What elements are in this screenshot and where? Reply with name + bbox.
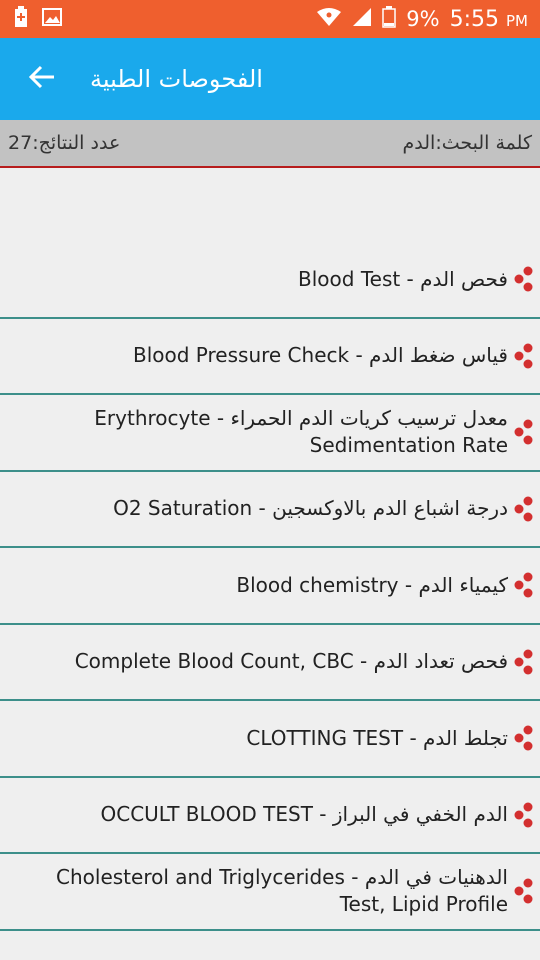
search-info-bar: عدد النتائج:27 كلمة البحث:الدم bbox=[0, 120, 540, 168]
list-item-label: قياس ضغط الدم - Blood Pressure Check bbox=[133, 343, 508, 368]
list-item[interactable]: درجة اشباع الدم بالاوكسجين - O2 Saturati… bbox=[0, 472, 540, 548]
list-item-label: درجة اشباع الدم بالاوكسجين - O2 Saturati… bbox=[113, 496, 508, 521]
list-item[interactable]: معدل ترسيب كريات الدم الحمراء - Erythroc… bbox=[0, 395, 540, 472]
list-item[interactable]: الدهنيات في الدم - Cholesterol and Trigl… bbox=[0, 854, 540, 931]
app-bar: الفحوصات الطبية bbox=[0, 38, 540, 120]
list-item-label: كيمياء الدم - Blood chemistry bbox=[236, 572, 508, 597]
signal-icon bbox=[352, 7, 372, 31]
results-list: فحص الدم - Blood Test قياس ضغط الدم - Blo… bbox=[0, 242, 540, 931]
share-icon bbox=[512, 725, 534, 751]
search-keyword: كلمة البحث:الدم bbox=[402, 132, 532, 154]
list-item[interactable]: فحص الدم - Blood Test bbox=[0, 242, 540, 319]
list-item[interactable]: كيمياء الدم - Blood chemistry bbox=[0, 548, 540, 625]
battery-icon bbox=[382, 6, 397, 32]
page-title: الفحوصات الطبية bbox=[90, 65, 263, 93]
share-icon bbox=[512, 419, 534, 445]
list-item-label: فحص الدم - Blood Test bbox=[298, 266, 508, 291]
back-button[interactable] bbox=[12, 49, 72, 109]
status-bar: 9% 5:55 PM bbox=[0, 0, 540, 38]
list-item[interactable]: قياس ضغط الدم - Blood Pressure Check bbox=[0, 319, 540, 395]
clock: 5:55 PM bbox=[449, 6, 528, 32]
battery-saver-icon bbox=[14, 6, 28, 32]
results-count: عدد النتائج:27 bbox=[8, 132, 121, 154]
share-icon bbox=[512, 649, 534, 675]
list-item-label: فحص تعداد الدم - Complete Blood Count, C… bbox=[74, 649, 508, 674]
share-icon bbox=[512, 572, 534, 598]
wifi-icon bbox=[316, 7, 342, 31]
arrow-back-icon bbox=[28, 63, 56, 95]
list-item[interactable]: تجلط الدم - CLOTTING TEST bbox=[0, 701, 540, 778]
battery-percent: 9% bbox=[406, 7, 440, 31]
list-item-label: معدل ترسيب كريات الدم الحمراء - Erythroc… bbox=[94, 406, 508, 458]
share-icon bbox=[512, 496, 534, 522]
list-item[interactable]: فحص تعداد الدم - Complete Blood Count, C… bbox=[0, 625, 540, 701]
list-item-label: تجلط الدم - CLOTTING TEST bbox=[246, 725, 508, 750]
image-icon bbox=[42, 8, 62, 30]
list-item-label: الدهنيات في الدم - Cholesterol and Trigl… bbox=[56, 865, 508, 917]
share-icon bbox=[512, 266, 534, 292]
list-item-label: الدم الخفي في البراز - OCCULT BLOOD TEST bbox=[100, 802, 509, 827]
share-icon bbox=[512, 878, 534, 904]
share-icon bbox=[512, 802, 534, 828]
list-item[interactable]: الدم الخفي في البراز - OCCULT BLOOD TEST bbox=[0, 778, 540, 854]
share-icon bbox=[512, 343, 534, 369]
